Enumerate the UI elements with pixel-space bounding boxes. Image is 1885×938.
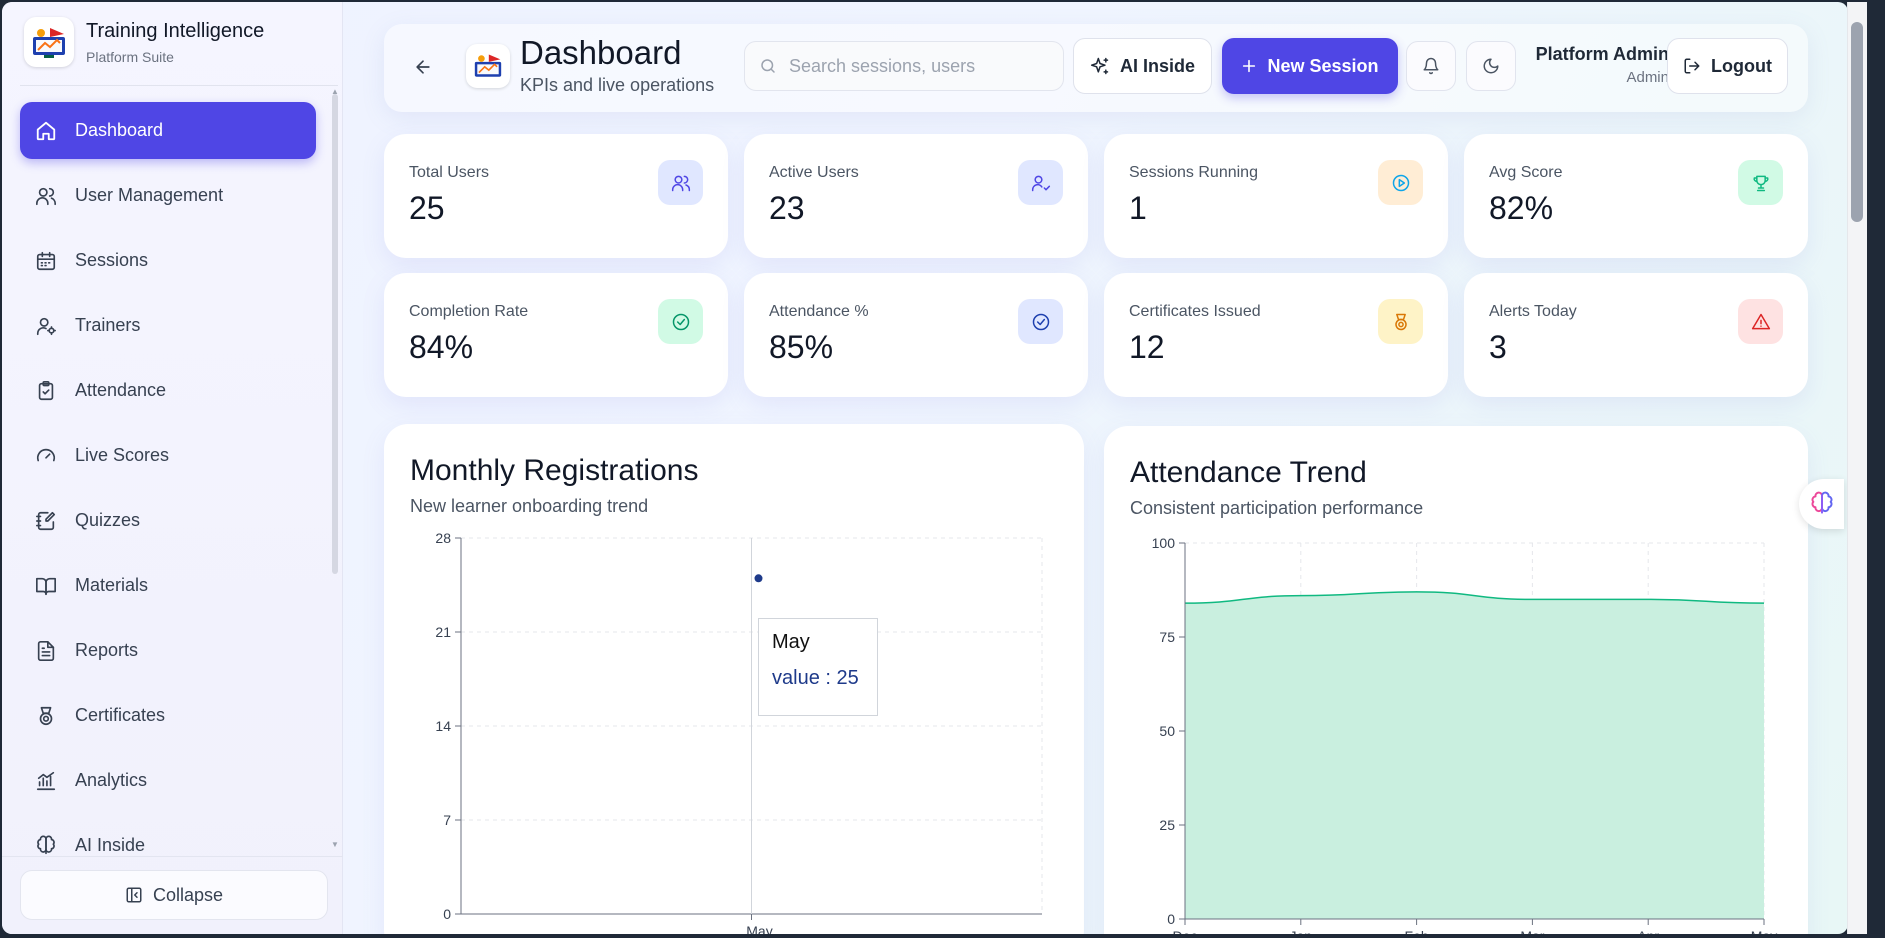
x-tick-label: May bbox=[746, 923, 772, 934]
y-tick-label: 7 bbox=[443, 812, 451, 828]
x-tick-label: May bbox=[1751, 928, 1777, 934]
tooltip-value: value : 25 bbox=[772, 667, 859, 689]
y-tick-label: 21 bbox=[435, 624, 451, 640]
y-tick-label: 50 bbox=[1159, 723, 1175, 739]
x-tick-label: Feb bbox=[1405, 928, 1429, 934]
chart-tooltip: May value : 25 bbox=[758, 618, 878, 716]
y-tick-label: 14 bbox=[435, 718, 451, 734]
x-tick-label: Apr bbox=[1637, 928, 1659, 934]
x-tick-label: Mar bbox=[1520, 928, 1544, 934]
brain-icon bbox=[1811, 491, 1832, 514]
tooltip-title: May bbox=[772, 631, 810, 653]
y-tick-label: 100 bbox=[1152, 535, 1176, 551]
data-point bbox=[754, 574, 763, 583]
y-tick-label: 75 bbox=[1159, 629, 1175, 645]
x-tick-label: Dec bbox=[1173, 928, 1198, 934]
ai-assistant-fab[interactable] bbox=[1799, 479, 1844, 529]
y-tick-label: 28 bbox=[435, 530, 451, 546]
charts-svg: 0 7 14 21 28 May 0 25 50 75 100 Dec Jan Feb Mar Apr May bbox=[435, 530, 1777, 934]
y-tick-label: 0 bbox=[443, 906, 451, 922]
page-scrollbar[interactable] bbox=[1847, 2, 1867, 934]
app-window: Training Intelligence Platform Suite Das… bbox=[2, 2, 1848, 934]
x-tick-label: Jan bbox=[1290, 928, 1313, 934]
y-tick-label: 0 bbox=[1167, 911, 1175, 927]
area-fill bbox=[1185, 591, 1764, 919]
y-tick-label: 25 bbox=[1159, 817, 1175, 833]
scrollbar-thumb[interactable] bbox=[1851, 22, 1863, 222]
